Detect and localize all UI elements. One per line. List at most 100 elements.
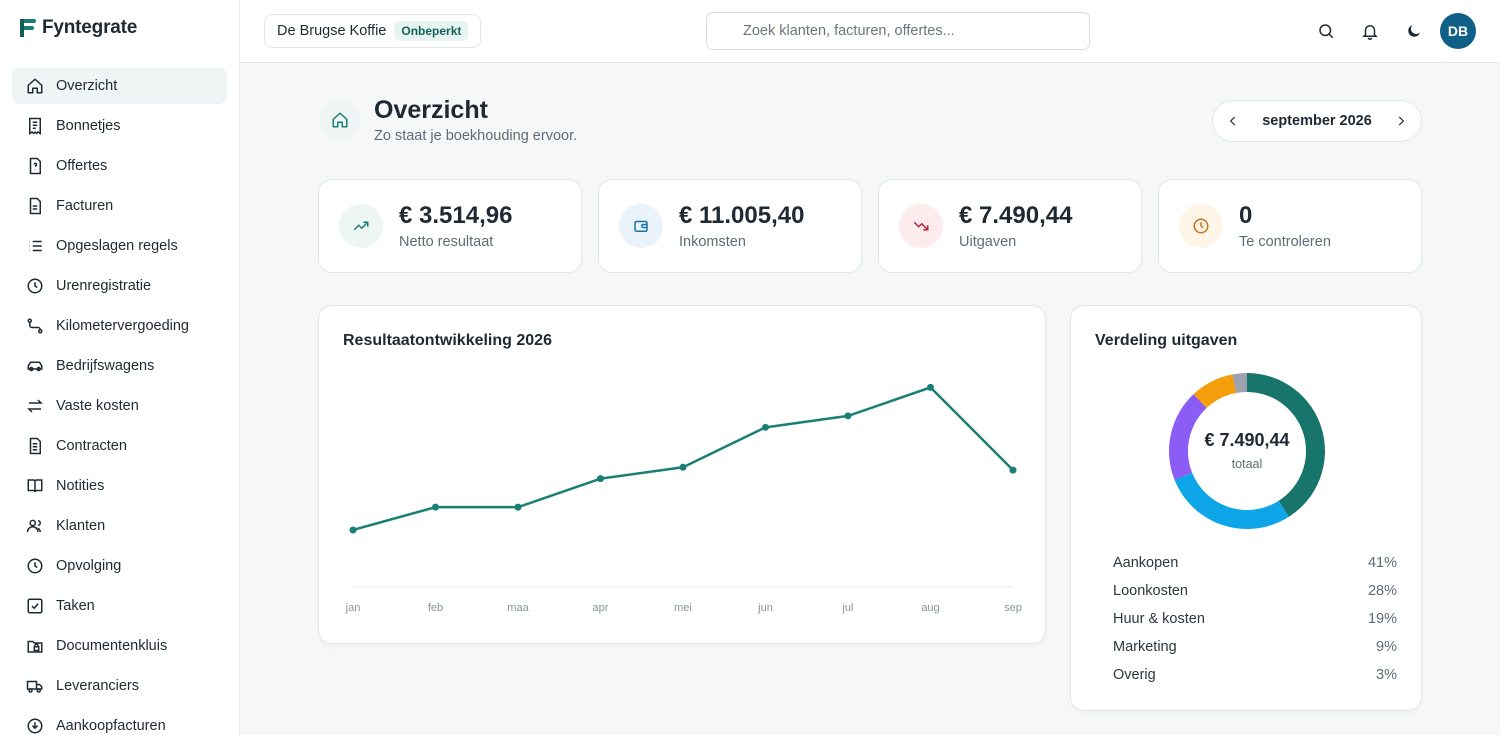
chevron-right-icon[interactable]: [1393, 113, 1409, 129]
sidebar-item-label: Opvolging: [56, 558, 122, 574]
clock-icon: [26, 277, 44, 295]
sidebar-item-label: Opgeslagen regels: [56, 238, 178, 254]
clock-icon: [1179, 204, 1223, 248]
sidebar-item-label: Klanten: [56, 518, 106, 534]
search-input[interactable]: [706, 12, 1090, 50]
chevron-left-icon[interactable]: [1225, 113, 1241, 129]
x-tick-label: maa: [507, 602, 529, 614]
expense-distribution-card: Verdeling uitgaven € 7.490,44 totaal Aan…: [1070, 305, 1422, 711]
kpi-card-inkomsten[interactable]: € 11.005,40 Inkomsten: [598, 179, 862, 273]
sidebar-item-facturen[interactable]: Facturen: [12, 188, 227, 224]
legend-label: Overig: [1113, 667, 1156, 683]
sidebar-item-urenregistratie[interactable]: Urenregistratie: [12, 268, 227, 304]
legend-label: Loonkosten: [1113, 583, 1188, 599]
sidebar-item-label: Bonnetjes: [56, 118, 121, 134]
sidebar-item-label: Bedrijfswagens: [56, 358, 155, 374]
legend-label: Huur & kosten: [1113, 611, 1205, 627]
kpi-card-netto-resultaat[interactable]: € 3.514,96 Netto resultaat: [318, 179, 582, 273]
x-tick-label: jul: [841, 602, 853, 614]
sidebar-item-klanten[interactable]: Klanten: [12, 508, 227, 544]
kpi-card-uitgaven[interactable]: € 7.490,44 Uitgaven: [878, 179, 1142, 273]
x-tick-label: feb: [428, 602, 443, 614]
legend-item: Marketing 9%: [1113, 639, 1397, 661]
data-point[interactable]: [927, 383, 934, 391]
sidebar-item-vaste-kosten[interactable]: Vaste kosten: [12, 388, 227, 424]
home-icon: [26, 77, 44, 95]
sidebar-item-label: Urenregistratie: [56, 278, 152, 294]
legend-item: Loonkosten 28%: [1113, 583, 1397, 605]
data-point[interactable]: [1009, 466, 1017, 474]
legend-percent: 9%: [1376, 639, 1397, 655]
sidebar-item-label: Offertes: [56, 158, 108, 174]
sidebar-item-bonnetjes[interactable]: Bonnetjes: [12, 108, 227, 144]
data-point[interactable]: [844, 412, 852, 420]
sidebar-item-label: Documentenkluis: [56, 638, 168, 654]
bell-icon[interactable]: [1359, 20, 1381, 42]
sidebar-item-taken[interactable]: Taken: [12, 588, 227, 624]
donut-slice-loonkosten[interactable]: [1174, 472, 1289, 529]
topbar: De Brugse Koffie Onbeperkt DB: [240, 0, 1500, 63]
x-tick-label: jun: [757, 602, 773, 614]
trending-up-icon: [339, 204, 383, 248]
data-point[interactable]: [349, 526, 357, 534]
legend-percent: 3%: [1376, 667, 1397, 683]
sidebar-item-label: Vaste kosten: [56, 398, 139, 414]
legend-label: Marketing: [1113, 639, 1177, 655]
arrows-icon: [26, 397, 44, 415]
legend-item: Aankopen 41%: [1113, 555, 1397, 577]
result-series-line: [352, 386, 1014, 532]
data-point[interactable]: [762, 423, 769, 431]
sidebar-item-overzicht[interactable]: Overzicht: [12, 68, 227, 104]
sidebar-item-label: Notities: [56, 478, 105, 494]
folder-lock-icon: [26, 637, 44, 655]
sidebar-item-label: Overzicht: [56, 78, 118, 94]
sidebar-item-label: Contracten: [56, 438, 127, 454]
kpi-label: Uitgaven: [959, 234, 1017, 250]
sidebar-item-aankoopfacturen[interactable]: Aankoopfacturen: [12, 708, 227, 735]
quote-icon: [26, 157, 44, 175]
x-tick-label: sep: [1004, 602, 1022, 614]
home-icon: [320, 100, 360, 140]
receipt-icon: [26, 117, 44, 135]
sidebar-item-kilometervergoeding[interactable]: Kilometervergoeding: [12, 308, 227, 344]
sidebar-item-contracten[interactable]: Contracten: [12, 428, 227, 464]
sidebar-item-label: Kilometervergoeding: [56, 318, 189, 334]
sidebar-item-notities[interactable]: Notities: [12, 468, 227, 504]
search-icon[interactable]: [1315, 20, 1337, 42]
x-tick-label: apr: [593, 602, 609, 614]
kpi-label: Inkomsten: [679, 234, 746, 250]
sidebar-item-offertes[interactable]: Offertes: [12, 148, 227, 184]
data-point[interactable]: [597, 475, 604, 483]
users-icon: [26, 517, 44, 535]
trending-down-icon: [899, 204, 943, 248]
result-line-chart: jan feb maa apr mei jun jul aug sep: [345, 383, 1022, 614]
result-chart-card: Resultaatontwikkeling 2026 jan feb maa apr m…: [318, 305, 1046, 644]
data-point[interactable]: [432, 503, 439, 511]
avatar[interactable]: DB: [1440, 13, 1476, 49]
sidebar-item-opgeslagen-regels[interactable]: Opgeslagen regels: [12, 228, 227, 264]
month-label: september 2026: [1262, 113, 1372, 129]
sidebar-item-opvolging[interactable]: Opvolging: [12, 548, 227, 584]
kpi-card-te-controleren[interactable]: 0 Te controleren: [1158, 179, 1422, 273]
page-title: Overzicht: [374, 96, 488, 124]
sidebar-item-documentenkluis[interactable]: Documentenkluis: [12, 628, 227, 664]
data-point[interactable]: [679, 463, 687, 471]
data-point[interactable]: [514, 503, 522, 511]
app-name: Fyntegrate: [42, 17, 138, 38]
company-switcher[interactable]: De Brugse Koffie Onbeperkt: [264, 14, 482, 48]
kpi-label: Netto resultaat: [399, 234, 494, 250]
sidebar-item-label: Facturen: [56, 198, 114, 214]
wallet-icon: [619, 204, 663, 248]
legend-item: Overig 3%: [1113, 667, 1397, 689]
sidebar-item-label: Taken: [56, 598, 95, 614]
sidebar-item-label: Aankoopfacturen: [56, 718, 166, 734]
sidebar-item-leveranciers[interactable]: Leveranciers: [12, 668, 227, 704]
donut-total-label: totaal: [1231, 457, 1263, 471]
truck-icon: [26, 677, 44, 695]
month-selector: september 2026: [1212, 100, 1422, 142]
sidebar-item-bedrijfswagens[interactable]: Bedrijfswagens: [12, 348, 227, 384]
moon-icon[interactable]: [1403, 20, 1425, 42]
company-name: De Brugse Koffie: [277, 23, 387, 39]
app-logo[interactable]: Fyntegrate: [18, 17, 137, 39]
x-tick-label: jan: [345, 602, 361, 614]
